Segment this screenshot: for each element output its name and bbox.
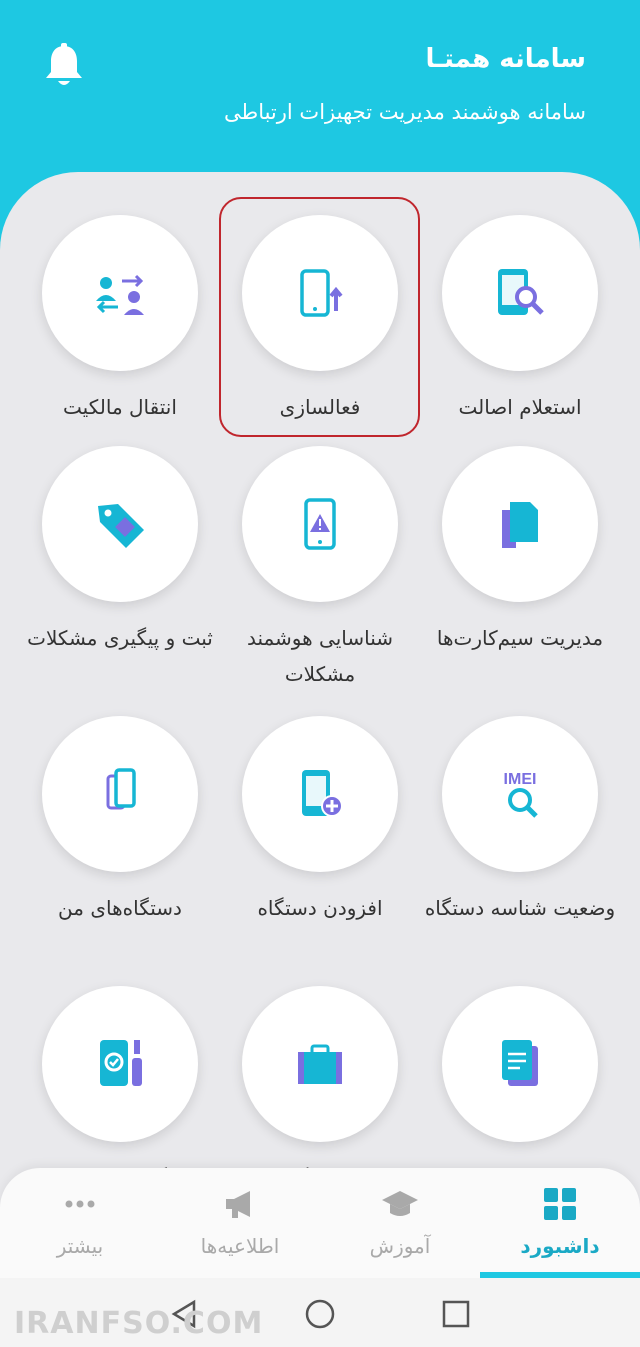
megaphone-icon bbox=[226, 1191, 250, 1218]
tile-circle: IMEI bbox=[442, 716, 598, 872]
tile-label: ثبت و پیگیری مشکلات bbox=[27, 626, 213, 650]
bottom-navigation: بیشتر اطلاعیه‌ها آموزش داشبورد bbox=[0, 1168, 640, 1278]
app-subtitle: سامانه هوشمند مدیریت تجهیزات ارتباطی bbox=[223, 100, 586, 124]
graduation-cap-icon bbox=[382, 1191, 418, 1216]
recents-square-icon[interactable] bbox=[436, 1294, 476, 1334]
tile-label: دستگاه‌های من bbox=[58, 896, 182, 920]
briefcase-icon bbox=[298, 1044, 342, 1084]
nav-label: بیشتر bbox=[56, 1234, 104, 1258]
tile-circle bbox=[42, 446, 198, 602]
authenticity-inquiry-icon bbox=[498, 269, 544, 315]
tile-label: انتقال مالکیت bbox=[63, 395, 177, 419]
activation-highlight-frame bbox=[219, 197, 420, 437]
sim-cards-icon bbox=[502, 502, 538, 548]
tile-label: وضعیت شناسه دستگاه bbox=[424, 896, 616, 920]
documents-icon bbox=[502, 1040, 538, 1086]
tile-circle bbox=[242, 986, 398, 1142]
tile-circle bbox=[42, 716, 198, 872]
tile-circle bbox=[442, 986, 598, 1142]
tile-circle bbox=[242, 716, 398, 872]
nav-label: اطلاعیه‌ها bbox=[200, 1234, 280, 1258]
bell-icon[interactable] bbox=[42, 42, 86, 90]
ownership-transfer-icon bbox=[96, 274, 144, 315]
watermark: IRANFSO.COM bbox=[14, 1306, 264, 1341]
more-dots-icon bbox=[65, 1200, 95, 1208]
nav-item-more[interactable]: بیشتر bbox=[0, 1168, 160, 1278]
tile-circle bbox=[442, 215, 598, 371]
tile-label: مدیریت سیم‌کارت‌ها bbox=[436, 626, 604, 650]
tile-label: افزودن دستگاه bbox=[257, 896, 383, 920]
my-devices-icon bbox=[106, 768, 136, 810]
nav-item-education[interactable]: آموزش bbox=[320, 1168, 480, 1278]
app-title: سامانه همتـا bbox=[425, 44, 587, 74]
phone-warning-icon bbox=[304, 498, 336, 550]
imei-search-icon: IMEI bbox=[504, 771, 538, 818]
issue-tag-icon bbox=[98, 504, 144, 548]
tile-circle bbox=[42, 986, 198, 1142]
svg-text:IMEI: IMEI bbox=[504, 771, 537, 788]
repair-phone-icon bbox=[100, 1040, 142, 1086]
nav-label: داشبورد bbox=[520, 1234, 600, 1258]
nav-item-dashboard[interactable]: داشبورد bbox=[480, 1168, 640, 1278]
tile-label: شناسایی هوشمند مشکلات bbox=[246, 626, 394, 686]
tile-circle bbox=[242, 446, 398, 602]
tile-circle bbox=[442, 446, 598, 602]
dashboard-grid-icon bbox=[544, 1188, 576, 1220]
nav-item-announcements[interactable]: اطلاعیه‌ها bbox=[160, 1168, 320, 1278]
add-device-icon bbox=[302, 770, 343, 817]
home-circle-icon[interactable] bbox=[300, 1294, 340, 1334]
tile-circle bbox=[42, 215, 198, 371]
tile-label: استعلام اصالت bbox=[458, 395, 582, 419]
nav-label: آموزش bbox=[369, 1234, 431, 1258]
